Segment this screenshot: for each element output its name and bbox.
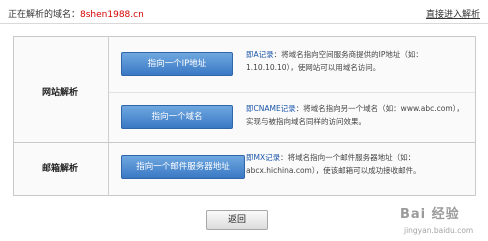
point-to-mail-server-button[interactable]: 指向一个邮件服务器地址 xyxy=(121,155,245,179)
divider xyxy=(108,37,109,149)
top-bar: 正在解析的域名：8shen1988.cn 直接进入解析 xyxy=(0,0,488,24)
website-resolution-panel: 网站解析 指向一个IP地址 即A记录：将域名指向空间服务商提供的IP地址（如：1… xyxy=(13,36,476,150)
cname-record-label: 即CNAME记录 xyxy=(246,104,296,113)
divider xyxy=(0,23,488,24)
mx-record-description: 即MX记录：将域名指向一个邮件服务器地址（如：abcx.hichina.com）… xyxy=(246,151,468,177)
baidu-watermark-logo: Bai 经验 xyxy=(400,207,460,222)
a-record-description: 即A记录：将域名指向空间服务商提供的IP地址（如：1.10.10.10），使网站… xyxy=(246,48,468,74)
domain-indicator: 正在解析的域名：8shen1988.cn xyxy=(8,7,144,20)
back-button[interactable]: 返回 xyxy=(206,210,268,230)
domain-prefix: 正在解析的域名： xyxy=(8,10,81,20)
divider xyxy=(109,92,475,93)
a-record-label: 即A记录 xyxy=(246,50,274,59)
section-label-mail: 邮箱解析 xyxy=(42,164,79,174)
divider xyxy=(108,143,109,195)
mx-record-label: 即MX记录 xyxy=(246,153,281,162)
point-to-domain-button[interactable]: 指向一个域名 xyxy=(121,105,233,129)
domain-name: 8shen1988.cn xyxy=(80,10,144,20)
point-to-ip-button[interactable]: 指向一个IP地址 xyxy=(121,52,233,76)
section-label-website: 网站解析 xyxy=(42,88,79,98)
baidu-watermark-url: jingyan.baidu.com xyxy=(404,226,474,235)
direct-resolve-link[interactable]: 直接进入解析 xyxy=(426,7,480,20)
cname-record-description: 即CNAME记录：将域名指向另一个域名（如：www.abc.com），实现与被指… xyxy=(246,102,468,128)
mail-resolution-panel: 邮箱解析 指向一个邮件服务器地址 即MX记录：将域名指向一个邮件服务器地址（如：… xyxy=(13,142,476,196)
